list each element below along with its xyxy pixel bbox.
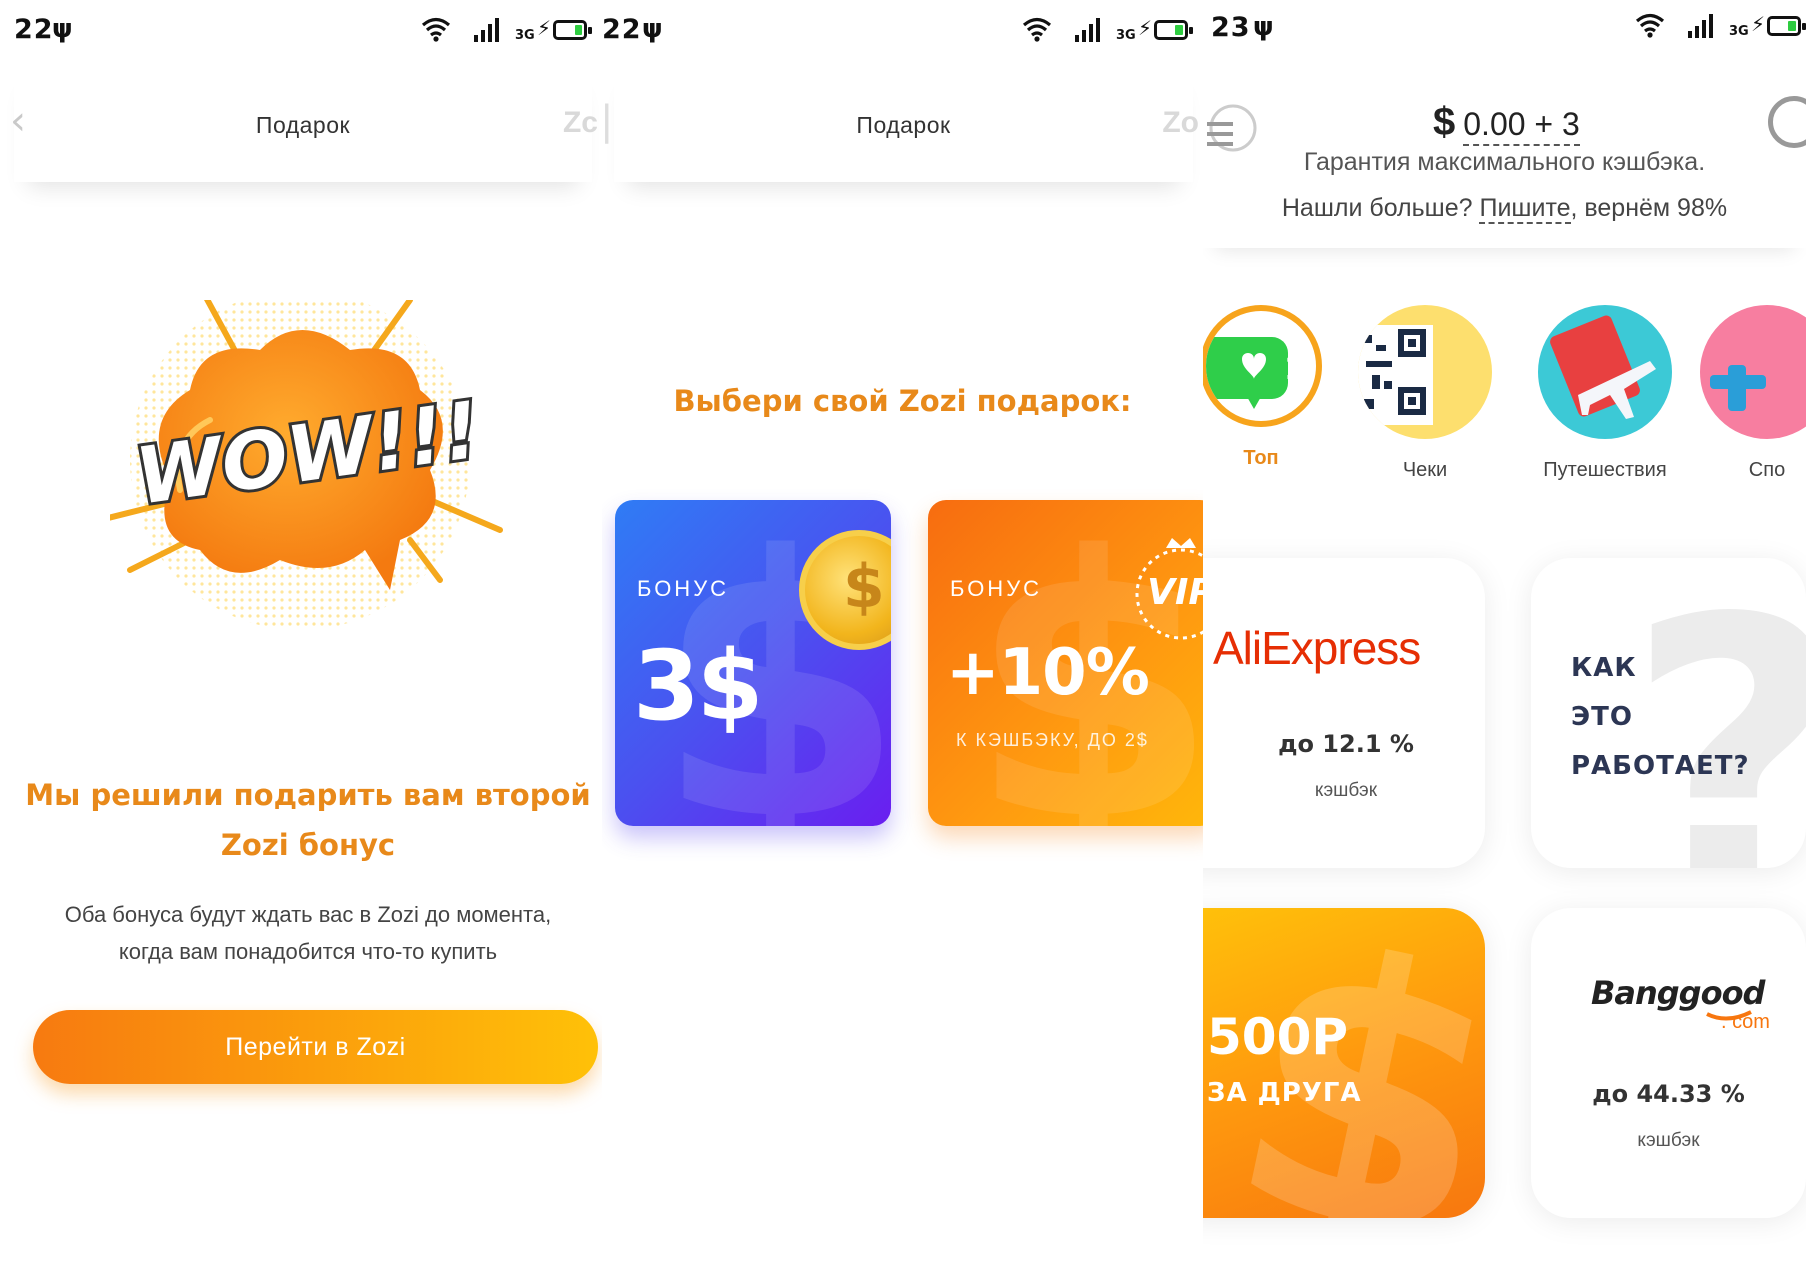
battery-icon — [1767, 16, 1806, 36]
network-type: 3G — [1116, 28, 1136, 43]
usb-icon: ψ — [1253, 12, 1274, 42]
category-carousel: 1 Топ Чеки Путешествия Спо — [1203, 305, 1806, 505]
bonus-card-vip[interactable]: $ VIP БОНУС +10% К КЭШБЭКУ, ДО 2$ — [928, 500, 1203, 826]
charging-icon: ⚡ — [1138, 16, 1153, 40]
card-subtitle: К КЭШБЭКУ, ДО 2$ — [956, 730, 1149, 750]
wifi-icon — [1635, 13, 1665, 38]
description: Оба бонуса будут ждать вас в Zozi до мом… — [64, 902, 552, 964]
network-type: 3G — [1729, 24, 1749, 39]
cashback-guarantee-banner: Гарантия максимального кэшбэка. Нашли бо… — [1203, 148, 1806, 248]
bonus-card-3usd[interactable]: $ $ БОНУС 3$ — [615, 500, 891, 826]
status-time: 22 — [602, 14, 642, 45]
status-bar: 22 ψ 3G ⚡ — [602, 0, 1203, 62]
svg-text:1: 1 — [1284, 352, 1305, 387]
search-icon[interactable] — [1768, 96, 1806, 148]
battery-icon — [553, 20, 592, 40]
referral-amount: 500Р — [1207, 1008, 1349, 1066]
top-bar: | Подарок Zo — [602, 62, 1199, 182]
shop-tile-banggood[interactable]: Banggood . com до 44.33 % кэшбэк — [1531, 908, 1806, 1218]
choose-gift-heading: Выбери свой Zozi подарок: — [673, 384, 1132, 418]
svg-text:. com: . com — [1721, 1011, 1770, 1033]
back-icon[interactable]: | — [602, 98, 613, 144]
banggood-logo: Banggood . com — [1591, 974, 1770, 1033]
cashback-percent: до 12.1 % — [1278, 730, 1414, 758]
passport-plane-icon — [1550, 315, 1656, 419]
wifi-icon — [421, 17, 451, 42]
category-travel[interactable]: Путешествия — [1535, 305, 1675, 482]
referral-caption: ЗА ДРУГА — [1207, 1078, 1362, 1108]
zozi-logo: Zc — [562, 106, 598, 139]
signal-icon — [1075, 18, 1100, 42]
card-value: +10% — [946, 636, 1150, 710]
cashback-label: кэшбэк — [1314, 780, 1378, 801]
battery-icon — [1154, 20, 1193, 40]
card-label: БОНУС — [637, 576, 730, 601]
card-value: 3$ — [633, 630, 764, 742]
network-type: 3G — [515, 28, 535, 43]
status-bar: 23 ψ 3G ⚡ — [1203, 0, 1806, 62]
referral-tile[interactable]: $ 500Р ЗА ДРУГА — [1203, 908, 1485, 1218]
status-time: 22 — [14, 14, 54, 45]
wow-illustration: WOW!!! — [97, 287, 510, 680]
signal-icon — [1688, 14, 1713, 38]
top-bar: ‹ Подарок Zc — [10, 62, 598, 182]
charging-icon: ⚡ — [537, 16, 552, 40]
vip-laurel-icon: VIP — [1135, 538, 1203, 640]
balance[interactable]: $0.00 + 3 — [1433, 100, 1580, 146]
headline: Мы решили подарить вам второй Zozi бонус — [25, 778, 591, 862]
how-it-works-tile[interactable]: ? КАК ЭТО РАБОТАЕТ? — [1531, 558, 1806, 868]
svg-text:Banggood: Banggood — [1591, 974, 1767, 1012]
balance-amount: 0.00 + 3 — [1463, 106, 1580, 146]
signal-icon — [474, 18, 499, 42]
category-sport[interactable]: Спо — [1697, 305, 1806, 482]
status-time: 23 — [1211, 12, 1251, 43]
how-it-works-text: КАК ЭТО РАБОТАЕТ? — [1571, 653, 1750, 781]
dumbbell-icon — [1710, 365, 1766, 411]
category-receipts[interactable]: Чеки — [1355, 305, 1495, 482]
card-label: БОНУС — [950, 576, 1043, 601]
zozi-logo: Zo — [1162, 106, 1199, 139]
guarantee-text: Гарантия максимального кэшбэка. — [1303, 148, 1706, 176]
aliexpress-logo: AliExpress — [1213, 622, 1421, 674]
cashback-percent: до 44.33 % — [1592, 1080, 1745, 1108]
usb-icon: ψ — [642, 14, 663, 44]
page-title: Подарок — [255, 112, 351, 138]
write-us-link[interactable]: Пишите — [1479, 194, 1571, 224]
usb-icon: ψ — [52, 14, 73, 44]
charging-icon: ⚡ — [1751, 12, 1766, 36]
wifi-icon — [1022, 17, 1052, 42]
zozi-home-screen: 23 ψ 3G ⚡ $0.00 + 3 Гарантия максимально… — [1203, 0, 1806, 1273]
qr-code-icon — [1358, 325, 1433, 425]
go-to-zozi-button[interactable]: Перейти в Zozi — [33, 1010, 598, 1084]
cashback-label: кэшбэк — [1637, 1130, 1700, 1151]
category-top[interactable]: 1 Топ — [1203, 305, 1331, 470]
svg-text:AliExpress: AliExpress — [1213, 622, 1420, 674]
gift-screen-choose: 22 ψ 3G ⚡ | Подарок Zo Выбери свой Zozi … — [602, 0, 1203, 1273]
page-title: Подарок — [856, 112, 951, 138]
shop-tile-aliexpress[interactable]: AliExpress до 12.1 % кэшбэк — [1203, 558, 1485, 868]
gift-screen-wow: 22 ψ 3G ⚡ ‹ Подарок Zc WOW!!! Мы решили … — [0, 0, 602, 1273]
status-bar: 22 ψ 3G ⚡ — [0, 0, 602, 62]
svg-text:VIP: VIP — [1147, 572, 1203, 613]
like-badge-icon: 1 — [1206, 337, 1305, 409]
